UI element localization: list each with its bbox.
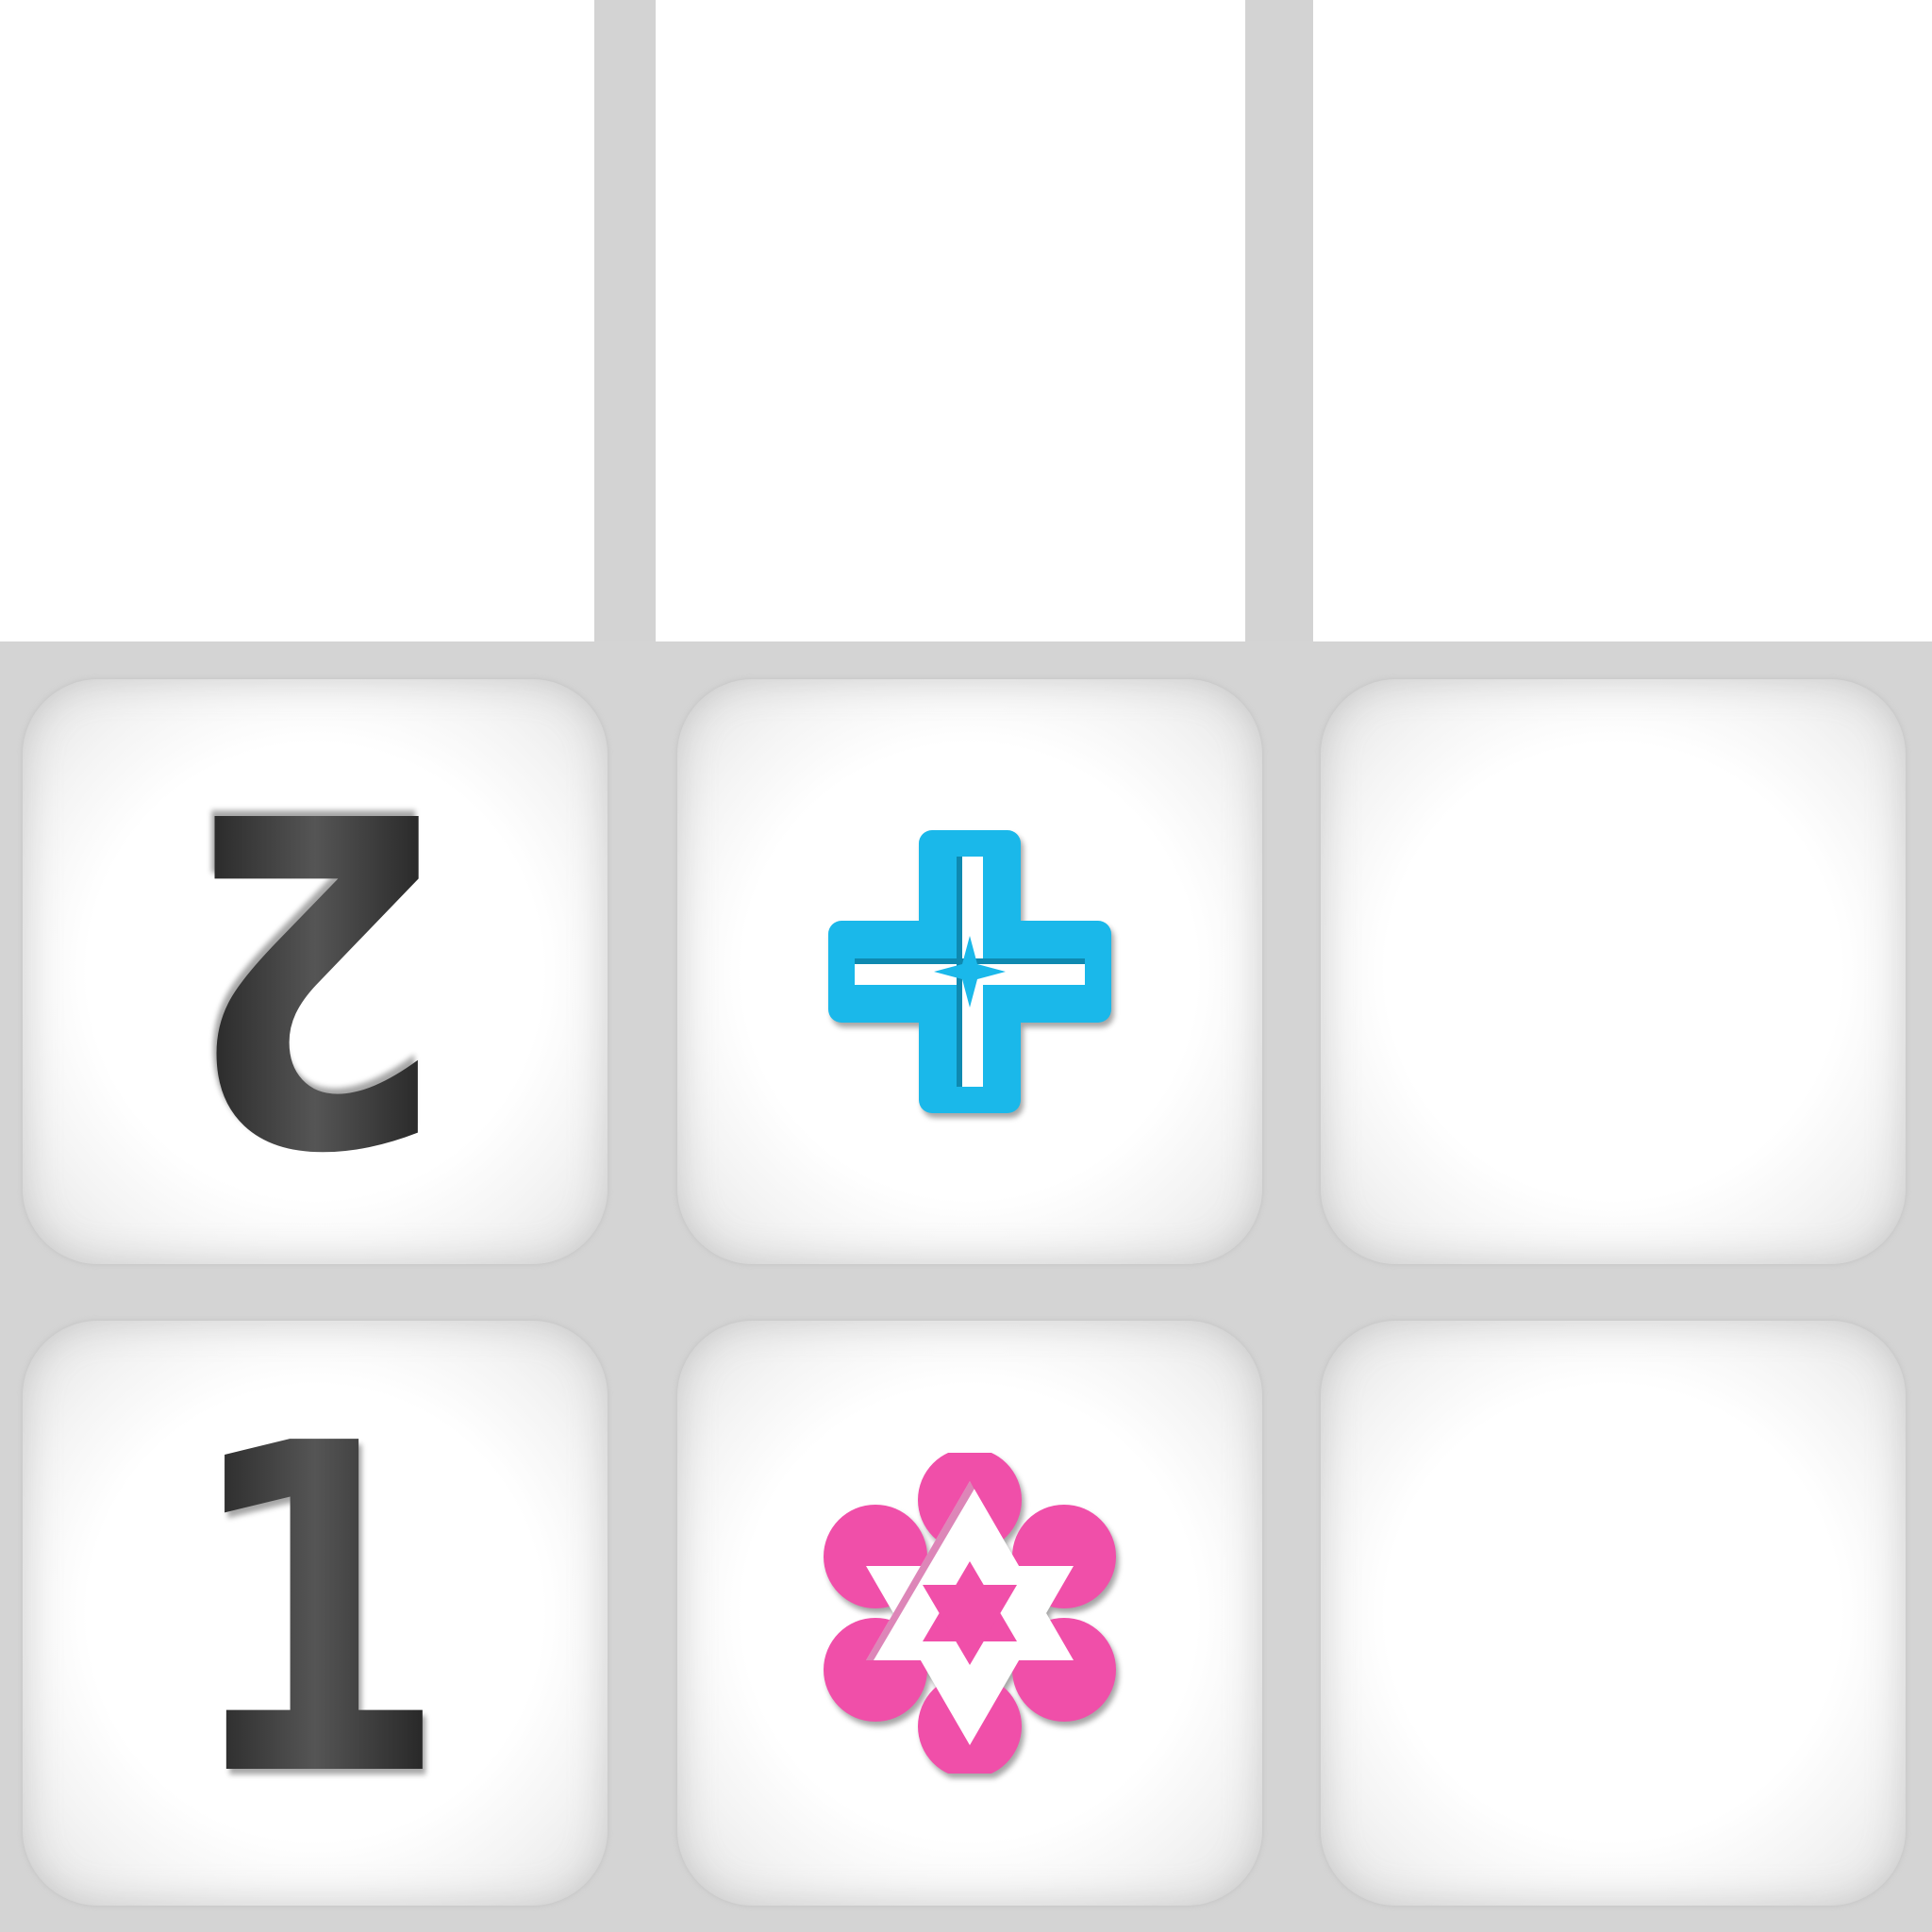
game-board: 2 1 [0, 0, 1932, 1932]
column-divider-2 [1245, 0, 1313, 651]
tile-r2-c1[interactable]: 1 [23, 1321, 608, 1906]
tile-r2-c3[interactable] [1321, 1321, 1906, 1906]
flower-star-icon [819, 1453, 1121, 1774]
column-divider-1 [594, 0, 656, 651]
tile-r1-c3[interactable] [1321, 679, 1906, 1264]
tile-number: 1 [181, 1349, 449, 1876]
tile-r2-c2[interactable] [677, 1321, 1262, 1906]
tile-r1-c1[interactable]: 2 [23, 679, 608, 1264]
cross-plus-icon [819, 821, 1121, 1123]
tile-number: 2 [181, 708, 449, 1236]
tile-r1-c2[interactable] [677, 679, 1262, 1264]
